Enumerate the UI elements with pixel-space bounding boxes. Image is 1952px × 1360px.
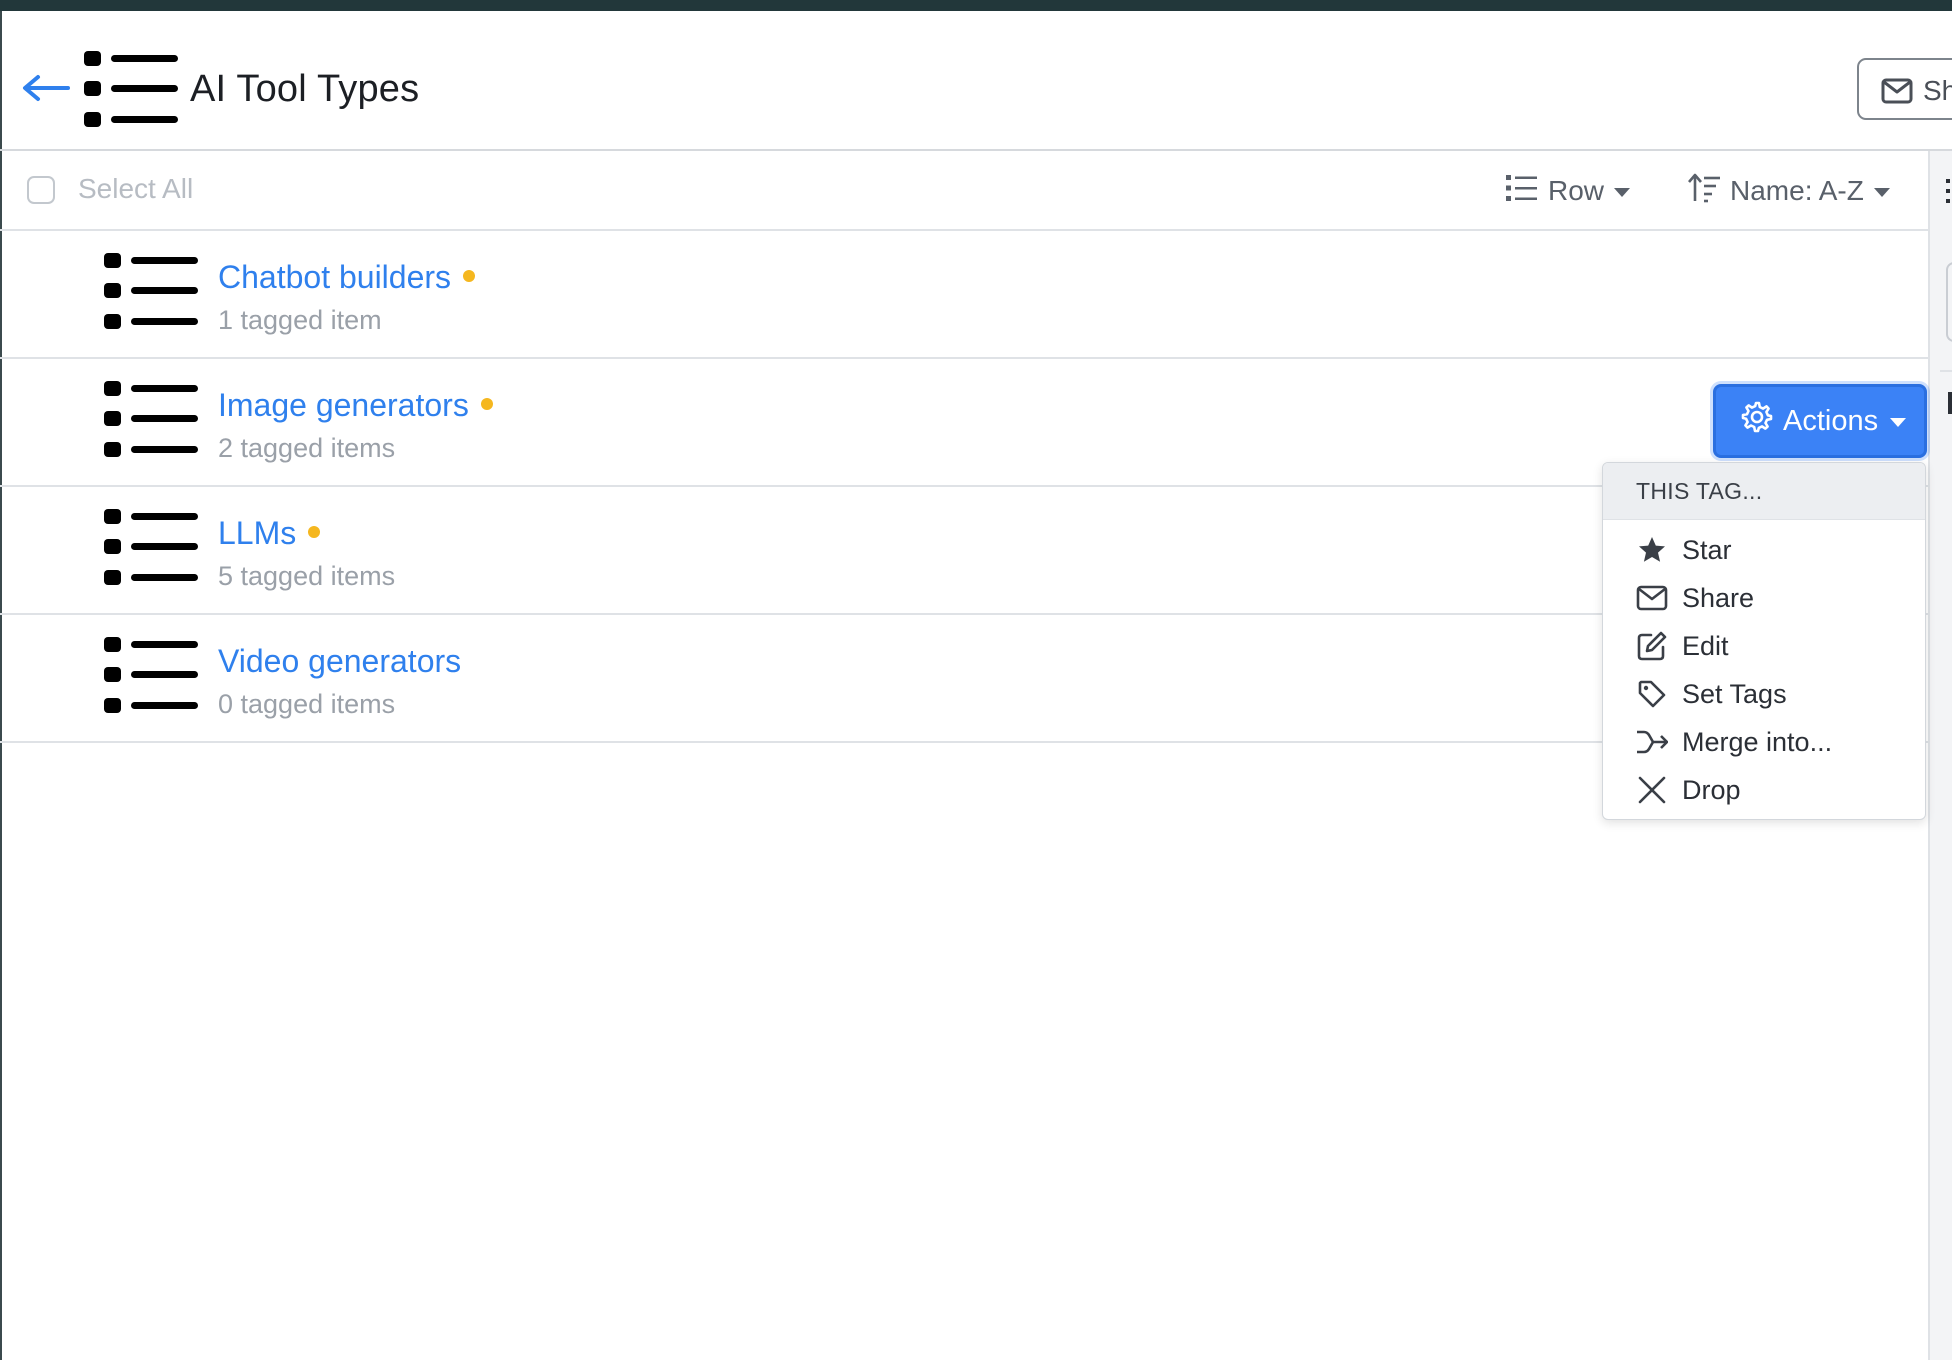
star-icon [1636, 534, 1668, 566]
page-title: AI Tool Types [190, 68, 420, 110]
tag-name: LLMs [218, 515, 297, 551]
tagged-count: 1 tagged item [218, 305, 382, 335]
gear-icon [1741, 401, 1773, 441]
share-button-label: Sh [1923, 75, 1952, 106]
sort-icon [1688, 173, 1722, 210]
tag-name-link[interactable]: Chatbot builders [218, 259, 476, 296]
page-header: AI Tool Types Sh [0, 11, 1952, 151]
menu-item-star[interactable]: Star [1603, 526, 1925, 574]
select-all-label[interactable]: Select All [78, 173, 193, 205]
tag-name: Video generators [218, 643, 462, 679]
actions-button[interactable]: Actions [1713, 384, 1927, 458]
tag-name-link[interactable]: LLMs [218, 515, 321, 552]
menu-item-label: Edit [1682, 630, 1729, 661]
menu-item-label: Set Tags [1682, 678, 1787, 709]
tag-name-link[interactable]: Video generators [218, 643, 461, 680]
tag-list-icon [104, 253, 198, 329]
tag-list-icon [104, 637, 198, 713]
envelope-icon [1636, 582, 1668, 614]
menu-item-label: Merge into... [1682, 726, 1833, 757]
tag-list-icon [84, 51, 178, 127]
status-dot [463, 270, 476, 282]
tagged-count: 0 tagged items [218, 689, 396, 719]
menu-item-merge[interactable]: Merge into... [1603, 718, 1925, 766]
list-toolbar: Select All Row Name: A-Z [0, 151, 1928, 231]
tagged-count: 5 tagged items [218, 561, 396, 591]
side-panel-card [1946, 262, 1952, 342]
menu-item-edit[interactable]: Edit [1603, 622, 1925, 670]
merge-icon [1636, 726, 1668, 758]
menu-item-label: Share [1682, 582, 1755, 613]
chevron-down-icon [1890, 418, 1907, 427]
menu-header: THIS TAG... [1603, 463, 1925, 520]
menu-item-label: Drop [1682, 774, 1741, 805]
actions-menu: THIS TAG... Star Share Edit Set Tags Mer… [1602, 462, 1926, 820]
tagged-count: 2 tagged items [218, 433, 396, 463]
tag-list-icon [104, 381, 198, 457]
menu-item-drop[interactable]: Drop [1603, 766, 1925, 814]
sort-label: Name: A-Z [1730, 175, 1864, 206]
envelope-icon [1881, 78, 1913, 109]
menu-item-label: Star [1682, 534, 1732, 565]
tag-list-icon [104, 509, 198, 585]
chevron-down-icon [1873, 188, 1890, 197]
sort-dropdown[interactable]: Name: A-Z [1688, 171, 1890, 211]
back-arrow-icon[interactable] [20, 73, 70, 103]
side-panel-divider [1940, 370, 1952, 372]
actions-button-label: Actions [1783, 404, 1879, 437]
status-dot [480, 398, 493, 410]
tag-icon [1636, 678, 1668, 710]
more-options-icon[interactable] [1944, 178, 1952, 204]
tag-name-link[interactable]: Image generators [218, 387, 493, 424]
list-item[interactable]: Chatbot builders 1 tagged item [0, 231, 1928, 359]
chevron-down-icon [1614, 188, 1631, 197]
view-mode-dropdown[interactable]: Row [1506, 171, 1631, 211]
tag-name: Image generators [218, 387, 469, 423]
list-view-icon [1506, 174, 1538, 209]
menu-item-set-tags[interactable]: Set Tags [1603, 670, 1925, 718]
select-all-checkbox[interactable] [27, 176, 55, 204]
edit-icon [1636, 630, 1668, 662]
status-dot [308, 526, 321, 538]
side-panel-marker [1948, 392, 1952, 414]
tag-name: Chatbot builders [218, 259, 452, 295]
share-button[interactable]: Sh [1857, 58, 1952, 120]
menu-item-share[interactable]: Share [1603, 574, 1925, 622]
close-icon [1636, 774, 1668, 806]
view-mode-label: Row [1548, 175, 1605, 206]
top-bar [0, 0, 1952, 11]
